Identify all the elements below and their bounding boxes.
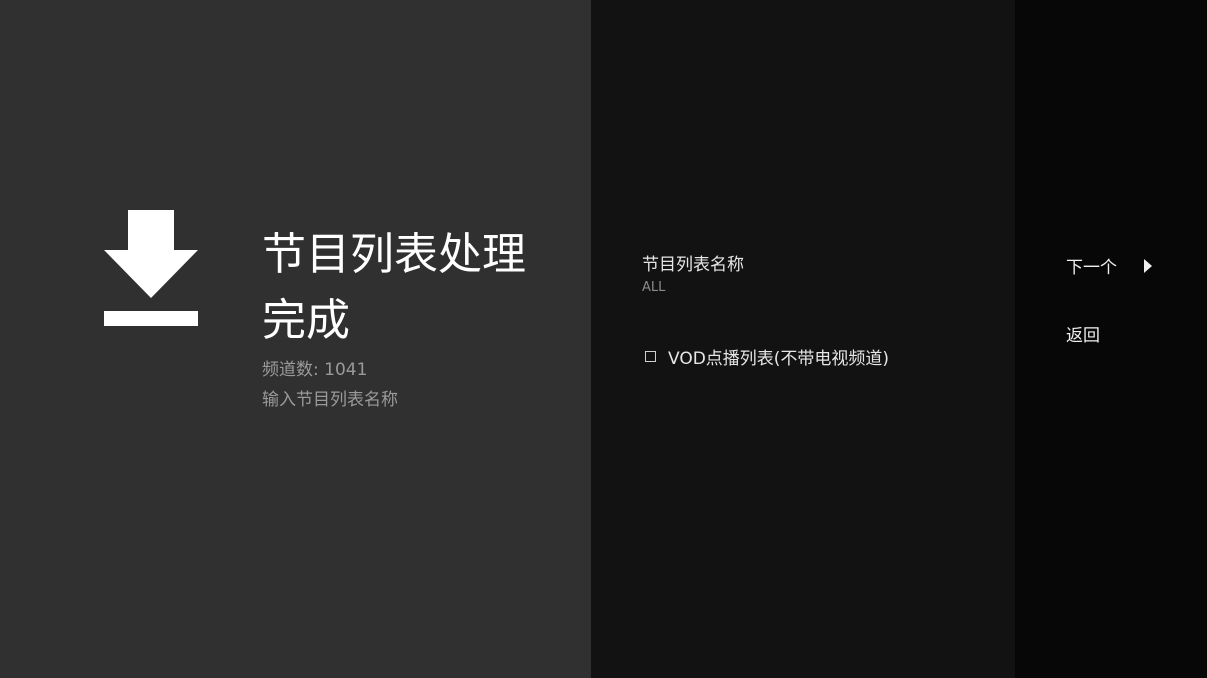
page-title: 节目列表处理完成 [262, 229, 526, 346]
guidance-panel: 节目列表处理完成 频道数: 1041 输入节目列表名称 [0, 0, 591, 678]
list-name-label: 节目列表名称 [642, 255, 744, 275]
vod-list-checkbox-row[interactable]: VOD点播列表(不带电视频道) [645, 344, 889, 369]
next-label: 下一个 [1066, 258, 1117, 278]
form-panel [591, 0, 1015, 678]
download-icon [104, 210, 198, 326]
list-name-value: ALL [642, 280, 666, 295]
screen: 节目列表处理完成 频道数: 1041 输入节目列表名称 节目列表名称 ALL V… [0, 0, 1207, 678]
list-name-field[interactable]: 节目列表名称 ALL [642, 254, 982, 298]
actions-panel [1015, 0, 1207, 678]
page-subtitle: 输入节目列表名称 [262, 390, 398, 410]
channel-count: 频道数: 1041 [262, 360, 368, 380]
vod-option-label: VOD点播列表(不带电视频道) [668, 349, 890, 369]
vod-checkbox[interactable] [645, 351, 656, 362]
next-button[interactable]: 下一个 [1066, 253, 1152, 278]
play-arrow-icon [1144, 258, 1152, 273]
back-button[interactable]: 返回 [1066, 321, 1100, 346]
